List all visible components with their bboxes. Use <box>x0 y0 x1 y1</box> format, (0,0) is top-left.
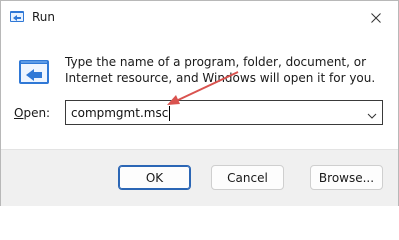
cancel-button[interactable]: Cancel <box>211 165 284 190</box>
instruction-text: Type the name of a program, folder, docu… <box>65 55 376 85</box>
close-button[interactable] <box>354 1 398 33</box>
ok-button[interactable]: OK <box>118 165 191 190</box>
close-icon <box>371 8 381 27</box>
open-combobox[interactable]: compmgmt.msc <box>65 100 383 125</box>
run-dialog: Run Type the name of a program, folder, … <box>0 0 399 206</box>
title-bar[interactable]: Run <box>1 1 398 33</box>
dialog-footer: OK Cancel Browse... <box>1 149 398 206</box>
run-program-icon <box>17 56 51 90</box>
text-caret <box>169 106 170 121</box>
open-label-text: pen: <box>23 106 51 120</box>
browse-button[interactable]: Browse... <box>310 165 383 190</box>
dialog-body: Type the name of a program, folder, docu… <box>1 33 398 149</box>
run-app-icon <box>9 9 25 25</box>
open-input-value[interactable]: compmgmt.msc <box>71 105 168 121</box>
chevron-down-icon[interactable] <box>366 107 378 119</box>
open-label: Open: <box>14 105 50 121</box>
window-title: Run <box>32 10 56 24</box>
